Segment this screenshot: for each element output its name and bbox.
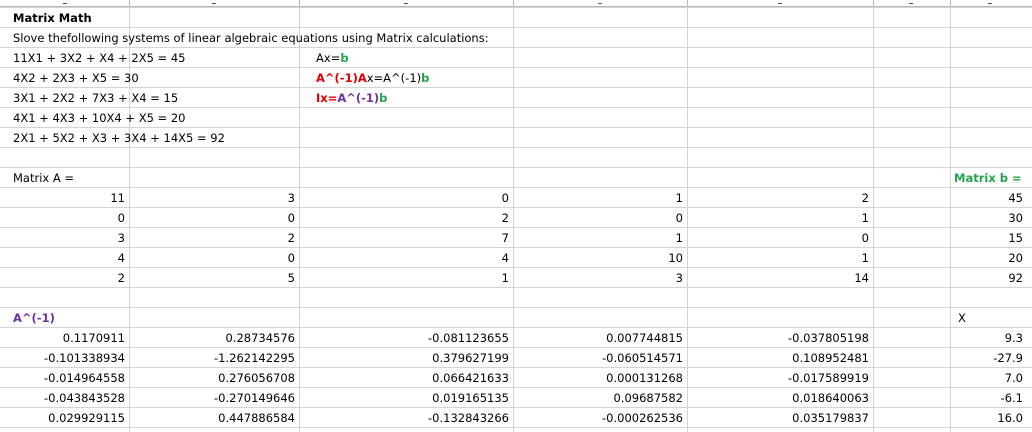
formula-text: Ax=	[316, 51, 341, 65]
equation-5[interactable]: 2X1 + 5X2 + X3 + 3X4 + 14X5 = 92	[9, 128, 229, 148]
matrix-a-cell[interactable]: 0	[129, 208, 299, 228]
column-header-e[interactable]	[778, 0, 782, 4]
matrix-a-cell[interactable]: 1	[687, 248, 873, 268]
solution-cell[interactable]: 7.0	[950, 368, 1027, 388]
matrix-b-cell[interactable]: 92	[950, 268, 1027, 288]
inverse-cell[interactable]: 0.019165135	[299, 388, 513, 408]
inverse-cell[interactable]: 0.029929115	[0, 408, 129, 428]
matrix-a-cell[interactable]: 2	[0, 268, 129, 288]
vector-b: b	[340, 51, 349, 65]
inverse-cell[interactable]: 0.1170911	[0, 328, 129, 348]
inverse-label[interactable]: A^(-1)	[9, 308, 59, 328]
column-header-f[interactable]	[909, 0, 913, 4]
column-header-a[interactable]	[63, 0, 67, 4]
column-divider[interactable]	[129, 0, 130, 6]
matrix-a-label[interactable]: Matrix A =	[9, 168, 78, 188]
column-divider[interactable]	[299, 0, 300, 6]
matrix-a-cell[interactable]: 2	[129, 228, 299, 248]
matrix-a-cell[interactable]: 3	[513, 268, 687, 288]
solution-cell[interactable]: -6.1	[950, 388, 1027, 408]
instruction-text[interactable]: Slove thefollowing systems of linear alg…	[9, 28, 493, 48]
solution-cell[interactable]: 9.3	[950, 328, 1027, 348]
equation-3[interactable]: 3X1 + 2X2 + 7X3 + X4 = 15	[9, 88, 182, 108]
inverse-cell[interactable]: 0.018640063	[687, 388, 873, 408]
column-divider[interactable]	[687, 0, 688, 6]
equation-4[interactable]: 4X1 + 4X3 + 10X4 + X5 = 20	[9, 108, 189, 128]
inverse-cell[interactable]: -0.101338934	[0, 348, 129, 368]
equation-1[interactable]: 11X1 + 3X2 + X4 + 2X5 = 45	[9, 48, 189, 68]
inverse-cell[interactable]: -0.270149646	[129, 388, 299, 408]
matrix-a-cell[interactable]: 1	[299, 268, 513, 288]
inverse-cell[interactable]: -0.037805198	[687, 328, 873, 348]
column-divider[interactable]	[873, 0, 874, 6]
solution-cell[interactable]: -27.9	[950, 348, 1027, 368]
formula-ax-b[interactable]: Ax=b	[312, 48, 353, 68]
formula-text: x=A^(-1)	[366, 71, 422, 85]
column-header-c[interactable]	[404, 0, 408, 4]
matrix-a-cell[interactable]: 0	[687, 228, 873, 248]
column-divider[interactable]	[513, 0, 514, 6]
inverse-cell[interactable]: 0.000131268	[513, 368, 687, 388]
equation-2[interactable]: 4X2 + 2X3 + X5 = 30	[9, 68, 143, 88]
matrix-a-cell[interactable]: 4	[0, 248, 129, 268]
matrix-b-label[interactable]: Matrix b =	[950, 168, 1025, 188]
matrix-a-cell[interactable]: 1	[513, 188, 687, 208]
matrix-a-cell[interactable]: 1	[513, 228, 687, 248]
inverse-cell[interactable]: 0.007744815	[513, 328, 687, 348]
matrix-a-cell[interactable]: 1	[687, 208, 873, 228]
matrix-b-cell[interactable]: 20	[950, 248, 1027, 268]
matrix-a-cell[interactable]: 3	[129, 188, 299, 208]
inverse-cell[interactable]: -0.132843266	[299, 408, 513, 428]
inverse-cell[interactable]: 0.379627199	[299, 348, 513, 368]
inverse-cell[interactable]: 0.035179837	[687, 408, 873, 428]
solution-label[interactable]: X	[954, 308, 970, 328]
matrix-b-cell[interactable]: 15	[950, 228, 1027, 248]
sheet-title[interactable]: Matrix Math	[9, 8, 96, 28]
matrix-b-cell[interactable]: 30	[950, 208, 1027, 228]
inverse-cell[interactable]: -0.060514571	[513, 348, 687, 368]
inverse-cell[interactable]: 0.447886584	[129, 408, 299, 428]
inverse-cell[interactable]: 0.066421633	[299, 368, 513, 388]
matrix-a-cell[interactable]: 0	[299, 188, 513, 208]
matrix-a-cell[interactable]: 0	[129, 248, 299, 268]
matrix-a-cell[interactable]: 2	[299, 208, 513, 228]
matrix-a-cell[interactable]: 3	[0, 228, 129, 248]
column-header-b[interactable]	[212, 0, 216, 4]
matrix-a-cell[interactable]: 5	[129, 268, 299, 288]
column-divider[interactable]	[950, 0, 951, 6]
formula-text: Ix=	[316, 91, 338, 105]
inverse-cell[interactable]: 0.09687582	[513, 388, 687, 408]
inverse-cell[interactable]: -0.014964558	[0, 368, 129, 388]
inverse-cell[interactable]: 0.276056708	[129, 368, 299, 388]
inverse-cell[interactable]: 0.108952481	[687, 348, 873, 368]
matrix-a-cell[interactable]: 4	[299, 248, 513, 268]
column-header-d[interactable]	[598, 0, 602, 4]
spreadsheet-grid[interactable]: Matrix Math Slove thefollowing systems o…	[0, 0, 1032, 432]
inverse-cell[interactable]: -0.017589919	[687, 368, 873, 388]
solution-cell[interactable]: 16.0	[950, 408, 1027, 428]
inverse-cell[interactable]: -0.000262536	[513, 408, 687, 428]
inverse-cell[interactable]: 0.28734576	[129, 328, 299, 348]
formula-inverse-multiply[interactable]: A^(-1)Ax=A^(-1)b	[312, 68, 433, 88]
inverse-cell[interactable]: -0.081123655	[299, 328, 513, 348]
inverse-cell[interactable]: -0.043843528	[0, 388, 129, 408]
matrix-a-cell[interactable]: 2	[687, 188, 873, 208]
matrix-a-cell[interactable]: 0	[513, 208, 687, 228]
matrix-a-cell[interactable]: 14	[687, 268, 873, 288]
column-header-bar[interactable]	[0, 0, 1032, 7]
formula-identity[interactable]: Ix=A^(-1)b	[312, 88, 391, 108]
matrix-a-cell[interactable]: 11	[0, 188, 129, 208]
matrix-a-cell[interactable]: 10	[513, 248, 687, 268]
inverse-a-term: A^(-1)	[337, 91, 380, 105]
matrix-a-cell[interactable]: 0	[0, 208, 129, 228]
column-header-g[interactable]	[988, 0, 992, 4]
matrix-a-cell[interactable]: 7	[299, 228, 513, 248]
vector-b: b	[379, 91, 388, 105]
inverse-cell[interactable]: -1.262142295	[129, 348, 299, 368]
matrix-b-cell[interactable]: 45	[950, 188, 1027, 208]
inverse-a-term: A^(-1)A	[316, 71, 367, 85]
vector-b: b	[421, 71, 430, 85]
